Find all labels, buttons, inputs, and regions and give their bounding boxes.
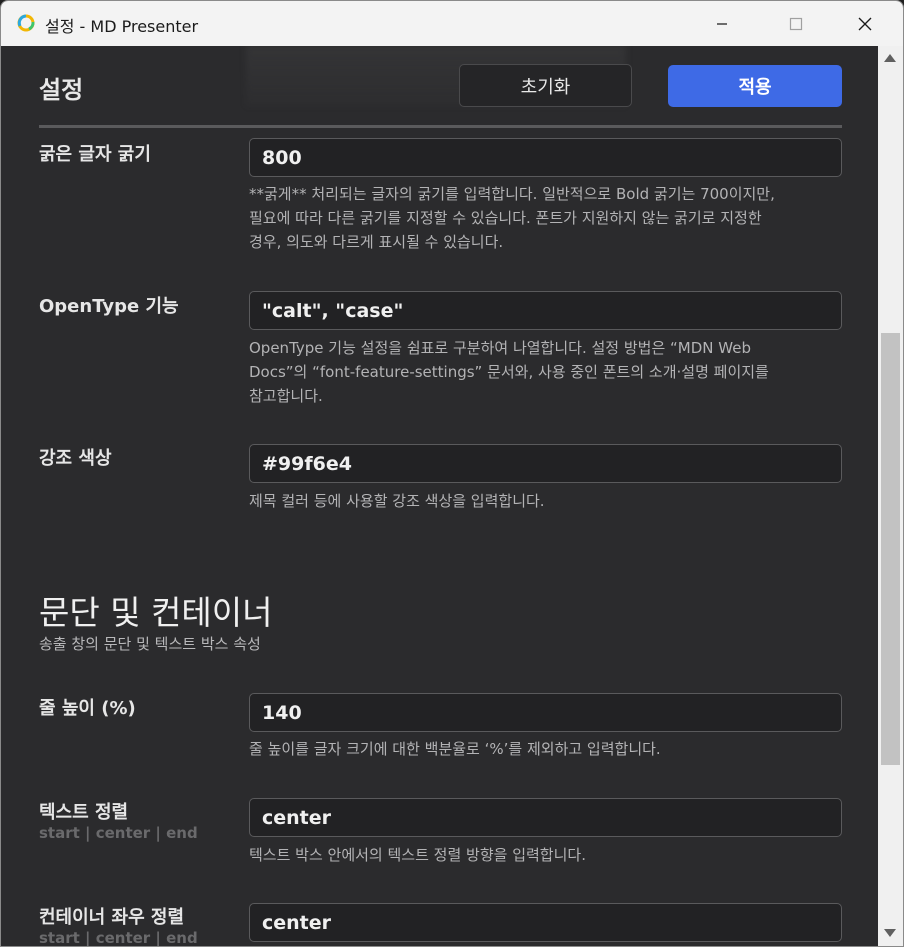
header-divider [39, 125, 842, 128]
line-height-description: 줄 높이를 글자 크기에 대한 백분율로 ‘%’를 제외하고 입력합니다. [249, 737, 849, 761]
description-line: 경우, 의도와 다르게 표시될 수 있습니다. [249, 233, 504, 251]
vertical-scrollbar[interactable] [878, 46, 903, 946]
app-logo-icon [16, 13, 36, 33]
reset-button[interactable]: 초기화 [459, 64, 632, 107]
description-line: **굵게** 처리되는 글자의 굵기를 입력합니다. 일반적으로 Bold 굵기… [249, 185, 775, 203]
description-line: 텍스트 박스 안에서의 텍스트 정렬 방향을 입력합니다. [249, 846, 586, 864]
accent-color-description: 제목 컬러 등에 사용할 강조 색상을 입력합니다. [249, 489, 849, 513]
bold-weight-input[interactable]: 800 [249, 138, 842, 177]
section-title: 문단 및 컨테이너 [39, 593, 273, 632]
settings-header: 설정 초기화 적용 [1, 46, 878, 128]
description-line: 제목 컬러 등에 사용할 강조 색상을 입력합니다. [249, 492, 545, 510]
scroll-down-arrow-icon[interactable] [884, 929, 896, 937]
minimize-icon[interactable] [699, 1, 745, 46]
opentype-label: OpenType 기능 [39, 296, 179, 317]
bold-weight-label: 굵은 글자 굵기 [39, 144, 151, 165]
accent-color-label: 강조 색상 [39, 448, 112, 469]
description-line: 필요에 따라 다른 굵기를 지정할 수 있습니다. 폰트가 지원하지 않는 굵기… [249, 209, 762, 227]
text-align-input[interactable]: center [249, 798, 842, 837]
accent-color-input[interactable]: #99f6e4 [249, 444, 842, 483]
description-line: 참고합니다. [249, 387, 323, 405]
scroll-up-arrow-icon[interactable] [884, 54, 896, 62]
description-line: Docs”의 “font-feature-settings” 문서와, 사용 중… [249, 363, 769, 381]
description-line: 줄 높이를 글자 크기에 대한 백분율로 ‘%’를 제외하고 입력합니다. [249, 740, 661, 758]
close-icon[interactable] [842, 1, 888, 46]
window-title: 설정 - MD Presenter [45, 17, 199, 36]
settings-content: 설정 초기화 적용 굵은 글자 굵기 800 **굵게** 처리되는 글자의 굵… [1, 46, 878, 947]
title-bar: 설정 - MD Presenter [1, 1, 903, 46]
bold-weight-description: **굵게** 처리되는 글자의 굵기를 입력합니다. 일반적으로 Bold 굵기… [249, 182, 849, 254]
line-height-input[interactable]: 140 [249, 693, 842, 732]
text-align-options: start | center | end [39, 824, 198, 842]
text-align-label: 텍스트 정렬 [39, 802, 129, 823]
line-height-label: 줄 높이 (%) [39, 698, 136, 719]
opentype-input[interactable]: "calt", "case" [249, 291, 842, 330]
container-align-label: 컨테이너 좌우 정렬 [39, 907, 185, 928]
container-align-input[interactable]: center [249, 903, 842, 942]
page-title: 설정 [39, 76, 84, 104]
opentype-description: OpenType 기능 설정을 쉼표로 구분하여 나열합니다. 설정 방법은 “… [249, 336, 849, 408]
scroll-thumb[interactable] [881, 333, 900, 765]
section-subtitle: 송출 창의 문단 및 텍스트 박스 속성 [39, 635, 261, 653]
apply-button[interactable]: 적용 [668, 65, 842, 107]
container-align-options: start | center | end [39, 929, 198, 947]
maximize-icon[interactable] [773, 1, 819, 46]
description-line: OpenType 기능 설정을 쉼표로 구분하여 나열합니다. 설정 방법은 “… [249, 339, 751, 357]
text-align-description: 텍스트 박스 안에서의 텍스트 정렬 방향을 입력합니다. [249, 843, 849, 867]
app-window: 설정 - MD Presenter 설정 초기화 적용 굵은 글자 굵기 800… [0, 0, 904, 947]
